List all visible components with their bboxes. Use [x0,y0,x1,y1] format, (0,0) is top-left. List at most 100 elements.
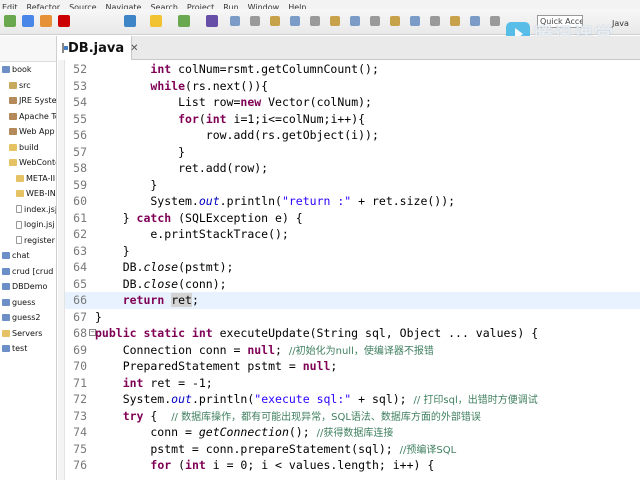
tree-item[interactable]: register [0,233,56,249]
tree-item[interactable]: guess [0,295,56,311]
code-line[interactable]: 63 } [65,243,640,260]
code-token: (pstmt); [178,260,234,274]
tree-item[interactable]: build [0,140,56,156]
code-line[interactable]: 71 int ret = -1; [65,375,640,392]
code-line[interactable]: 52 int colNum=rsmt.getColumnCount(); [65,61,640,78]
tree-item[interactable]: WEB-IN [0,186,56,202]
code-token: colNum=rsmt.getColumnCount(); [171,62,379,76]
code-line[interactable]: 55 for(int i=1;i<=colNum;i++){ [65,111,640,128]
toolbar-button-icon[interactable] [58,15,70,27]
line-number: 55 [73,111,87,126]
toolbar-button-icon[interactable] [270,16,280,26]
code-line[interactable]: 76 for (int i = 0; i < values.length; i+… [65,457,640,474]
line-number: 75 [73,441,87,456]
tab-db-java[interactable]: DB.java ✕ [58,36,139,60]
perspective-java-button[interactable]: Java [612,19,629,28]
code-line[interactable]: 64 DB.close(pstmt); [65,259,640,276]
tree-item[interactable]: Apache Tor [0,109,56,125]
code-line[interactable]: 59 } [65,177,640,194]
toolbar-button-icon[interactable] [230,16,240,26]
code-token: ; [191,293,199,307]
code-line[interactable]: 56 row.add(rs.getObject(i)); [65,127,640,144]
code-token: pstmt = conn.prepareStatement(sql); [95,441,400,456]
code-line[interactable]: 73 try { // 数据库操作，都有可能出现异常，SQL语法、数据库方面的外… [65,408,640,425]
close-icon[interactable]: ✕ [130,43,138,54]
code-line[interactable]: 69 Connection conn = null; //初始化为null，使编… [65,342,640,359]
tree-item[interactable]: DBDemo [0,279,56,295]
toolbar-button-icon[interactable] [390,16,400,26]
toolbar-button-icon[interactable] [450,16,460,26]
code-line[interactable]: 58 ret.add(row); [65,160,640,177]
code-token: } [95,210,137,225]
line-number: 59 [73,177,87,192]
line-number: 57 [73,144,87,159]
jar-icon [9,128,17,135]
tree-item-label: chat [12,251,30,260]
line-number: 73 [73,408,87,423]
tree-item[interactable]: chat [0,248,56,264]
toolbar-button-icon[interactable] [470,16,480,26]
toolbar-button-icon[interactable] [4,15,16,27]
project-icon [2,283,10,290]
code-line[interactable]: 75 pstmt = conn.prepareStatement(sql); /… [65,441,640,458]
code-line[interactable]: 62 e.printStackTrace(); [65,226,640,243]
code-token: conn = [95,425,199,439]
code-line[interactable]: 72 System.out.println("execute sql:" + s… [65,391,640,408]
toolbar-button-icon[interactable] [430,16,440,26]
line-number: 60 [73,194,87,208]
tree-item[interactable]: guess2 [0,310,56,326]
tree-item[interactable]: test [0,341,56,357]
code-line[interactable]: 67} [65,309,640,326]
tree-item[interactable]: crud [crud [0,264,56,280]
code-text: int ret = -1; [95,375,213,392]
code-line[interactable]: 54 List row=new Vector(colNum); [65,94,640,111]
toolbar-button-icon[interactable] [150,15,162,27]
code-line[interactable]: 60 System.out.println("return :" + ret.s… [65,193,640,210]
tree-item[interactable]: index.jsj [0,202,56,218]
tree-item[interactable]: src [0,78,56,94]
toolbar-button-icon[interactable] [206,15,218,27]
code-token: ; [330,359,338,373]
toolbar-button-icon[interactable] [40,15,52,27]
project-tree: book src JRE System Apache Tor Web App L buil… [0,62,56,357]
toolbar-button-icon[interactable] [330,16,340,26]
code-token: e.printStackTrace(); [95,227,289,241]
code-line[interactable]: 70 PreparedStatement pstmt = null; [65,358,640,375]
code-line[interactable]: 68− public static int executeUpdate(Strin… [65,325,640,342]
toolbar-button-icon[interactable] [350,16,360,26]
code-token: .println( [219,194,282,208]
toolbar-button-icon[interactable] [410,16,420,26]
tree-item[interactable]: Web App L [0,124,56,140]
toolbar-button-icon[interactable] [250,16,260,26]
code-line[interactable]: 66 return ret; [65,292,640,309]
code-line[interactable]: 57 } [65,144,640,161]
toolbar-button-icon[interactable] [490,16,500,26]
toolbar-button-icon[interactable] [370,16,380,26]
toolbar-button-icon[interactable] [124,15,136,27]
code-token: { [143,408,172,423]
tree-item-label: Servers [12,328,43,338]
tree-item[interactable]: META-II [0,171,56,187]
toolbar-button-icon[interactable] [310,16,320,26]
toolbar-button-icon[interactable] [178,15,190,27]
tree-item[interactable]: login.jsj [0,217,56,233]
code-token: i=1;i<=colNum;i++){ [226,111,366,126]
code-line[interactable]: 61 } catch (SQLException e) { [65,210,640,227]
toolbar-button-icon[interactable] [22,15,34,27]
tree-item[interactable]: WebConter [0,155,56,171]
tree-item[interactable]: JRE System [0,93,56,109]
toolbar-button-icon[interactable] [290,16,300,26]
code-line[interactable]: 53 while(rs.next()){ [65,78,640,95]
line-number: 52 [73,62,87,76]
tree-item[interactable]: Servers [0,326,56,342]
package-explorer: book src JRE System Apache Tor Web App L buil… [0,36,57,480]
code-editor[interactable]: 52 int colNum=rsmt.getColumnCount(); 53 w… [65,60,640,480]
code-token: Vector(colNum); [261,95,372,109]
project-icon [2,314,10,321]
code-token: (conn); [178,276,227,291]
code-line[interactable]: 65 DB.close(conn); [65,276,640,293]
tree-item-label: META-II [26,173,56,183]
code-line[interactable]: 74 conn = getConnection(); //获得数据库连接 [65,424,640,441]
tree-item[interactable]: book [0,62,56,78]
